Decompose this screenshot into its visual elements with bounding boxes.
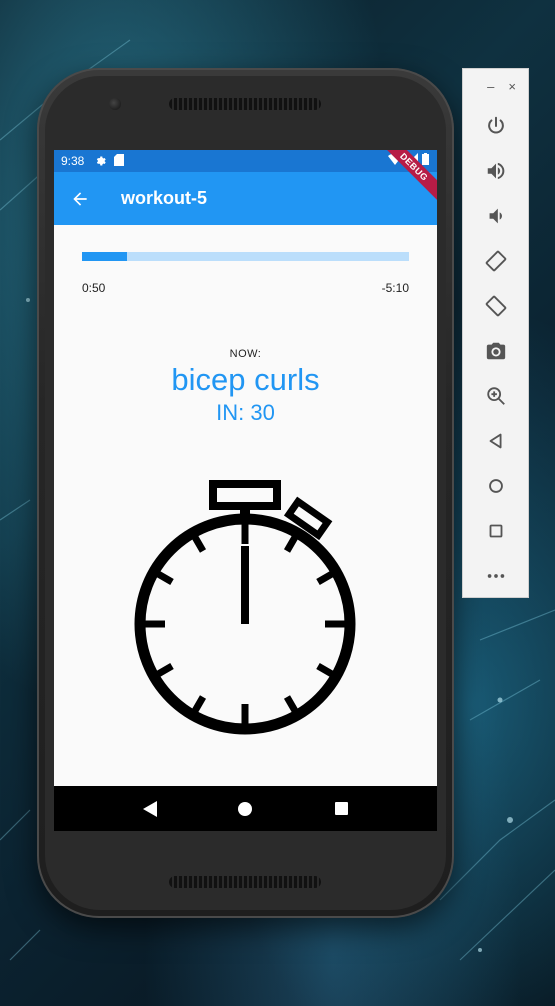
screenshot-button[interactable] [463,328,528,373]
settings-icon [94,154,107,169]
nav-back-button[interactable] [130,789,170,829]
workout-progress-bar [82,252,409,261]
circle-home-icon [238,801,253,816]
zoom-icon [486,386,505,405]
stopwatch-icon [134,480,356,735]
now-label: NOW: [229,348,262,360]
rotate-left-button[interactable] [463,238,528,283]
rotate-left-icon [485,250,506,271]
progress-fill [82,252,128,261]
app-bar: workout-5 [54,172,437,225]
overview-icon [489,524,502,537]
exercise-name: bicep curls [171,362,320,397]
time-remaining: -5:10 [381,281,409,295]
rotate-right-button[interactable] [463,283,528,328]
bottom-speaker [169,876,321,888]
app-title: workout-5 [121,188,208,208]
nav-home-button[interactable] [225,789,265,829]
toolbar-home-button[interactable] [463,463,528,508]
device-screen: 9:38 workout-5 DEBUG 0:50 -5:10 NOW: bic… [54,150,437,831]
power-icon [487,116,504,133]
volume-down-icon [489,208,502,223]
front-camera [109,98,121,110]
power-button[interactable] [463,103,528,148]
exercise-duration: IN: 30 [216,400,275,425]
status-time: 9:38 [61,154,85,168]
close-button[interactable]: × [508,79,516,94]
android-nav-bar [54,786,437,831]
rotate-right-icon [485,295,506,316]
back-button[interactable] [54,172,106,225]
battery-icon [422,153,429,165]
zoom-button[interactable] [463,373,528,418]
sd-card-icon [114,153,125,169]
more-icon [487,573,504,578]
square-recents-icon [334,802,348,815]
home-icon [488,478,503,493]
volume-down-button[interactable] [463,193,528,238]
status-bar: 9:38 [54,150,437,172]
triangle-back-icon [142,800,157,817]
emulator-toolbar: – × [462,68,529,598]
toolbar-back-button[interactable] [463,418,528,463]
back-icon [489,433,501,448]
minimize-button[interactable]: – [487,79,494,94]
camera-icon [486,342,505,359]
nav-recents-button[interactable] [321,789,361,829]
arrow-back-icon [73,191,87,206]
top-speaker [169,98,321,110]
toolbar-header: – × [463,69,528,103]
toolbar-overview-button[interactable] [463,508,528,553]
volume-up-icon [487,162,504,179]
volume-up-button[interactable] [463,148,528,193]
time-elapsed: 0:50 [82,281,106,295]
more-button[interactable] [463,553,528,598]
